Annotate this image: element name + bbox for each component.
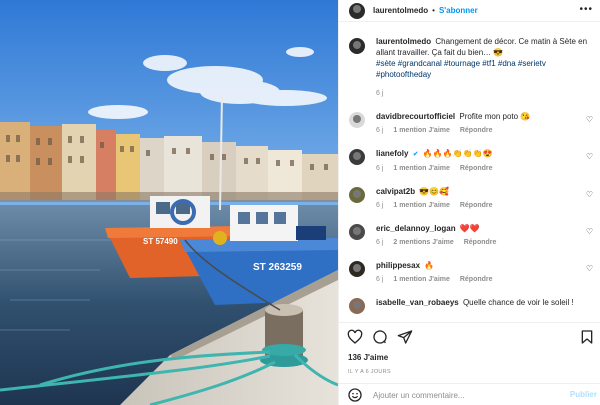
emoji-icon[interactable]	[347, 387, 363, 403]
comment-bubble-icon[interactable]	[372, 329, 388, 345]
comment-meta: 6 j 1 mention J'aime Répondre	[376, 274, 581, 285]
caption-meta: 6 j	[376, 88, 591, 99]
commenter-avatar[interactable]	[349, 112, 365, 128]
comment-text: ❤️❤️	[459, 224, 480, 233]
comment-body: lianefoly ✔ 🔥🔥🔥👏👏👏😍 6 j 1 mention J'aime…	[376, 148, 581, 174]
comment-item: lianefoly ✔ 🔥🔥🔥👏👏👏😍 6 j 1 mention J'aime…	[339, 148, 600, 174]
comment-age: 6 j	[376, 127, 384, 134]
comment-age: 6 j	[376, 276, 384, 283]
comment-body: davidbrecourtofficiel Profite mon poto 😘…	[376, 111, 581, 136]
comment-meta: 6 j 1 mention J'aime Répondre	[376, 200, 581, 211]
reply-button[interactable]: Répondre	[460, 202, 493, 209]
reply-button[interactable]: Répondre	[460, 165, 493, 172]
comment-age: 6 j	[376, 202, 384, 209]
like-comment-heart-icon[interactable]: ♡	[586, 227, 593, 236]
comment-likes-count[interactable]: 1 mention J'aime	[393, 165, 450, 172]
reply-button[interactable]: Répondre	[460, 127, 493, 134]
separator-dot: •	[432, 6, 435, 15]
like-heart-icon[interactable]	[347, 329, 363, 345]
comment-item: calvipat2b 😎😊🥰 6 j 1 mention J'aime Répo…	[339, 186, 600, 211]
reply-button[interactable]: Répondre	[464, 239, 497, 246]
author-username[interactable]: laurentolmedo	[373, 6, 428, 15]
caption-age: 6 j	[376, 90, 384, 97]
publish-button[interactable]: Publier	[570, 390, 597, 399]
likes-count[interactable]: 136 J'aime	[348, 353, 388, 362]
post-panel: laurentolmedo • S'abonner ••• laurentolm…	[338, 0, 600, 405]
like-comment-heart-icon[interactable]: ♡	[586, 152, 593, 161]
comment-username[interactable]: philippesax	[376, 261, 420, 270]
reply-button[interactable]: Répondre	[460, 276, 493, 283]
comment-input[interactable]	[373, 390, 563, 400]
comment-username[interactable]: lianefoly	[376, 149, 408, 158]
caption-body: laurentolmedo Changement de décor. Ce ma…	[376, 36, 591, 99]
comment-body: eric_delannoy_logan ❤️❤️ 6 j 2 mentions …	[376, 223, 581, 248]
comment-item: eric_delannoy_logan ❤️❤️ 6 j 2 mentions …	[339, 223, 600, 248]
comment-age: 6 j	[376, 239, 384, 246]
commenter-avatar[interactable]	[349, 261, 365, 277]
comment-likes-count[interactable]: 2 mentions J'aime	[393, 239, 453, 246]
comment-text: 🔥🔥🔥👏👏👏😍	[422, 149, 493, 158]
comment-text: 🔥	[424, 261, 435, 270]
caption-hashtags[interactable]: #sète #grandcanal #tournage #tf1 #dna #s…	[376, 59, 546, 79]
commenter-avatar[interactable]	[349, 298, 365, 314]
comment-item: isabelle_van_robaeys Quelle chance de vo…	[339, 297, 600, 314]
verified-badge-icon: ✔	[412, 151, 419, 158]
comment-likes-count[interactable]: 1 mention J'aime	[393, 127, 450, 134]
comment-likes-count[interactable]: 1 mention J'aime	[393, 276, 450, 283]
comment-meta: 6 j 1 mention J'aime Répondre	[376, 125, 581, 136]
author-avatar[interactable]	[349, 38, 365, 54]
bookmark-icon[interactable]	[579, 329, 595, 345]
action-icons	[347, 329, 413, 345]
post-header: laurentolmedo • S'abonner •••	[339, 0, 600, 22]
comment-body: philippesax 🔥 6 j 1 mention J'aime Répon…	[376, 260, 581, 285]
comment-username[interactable]: calvipat2b	[376, 187, 415, 196]
comment-item: philippesax 🔥 6 j 1 mention J'aime Répon…	[339, 260, 600, 285]
comment-likes-count[interactable]: 1 mention J'aime	[393, 202, 450, 209]
share-send-icon[interactable]	[397, 329, 413, 345]
add-comment-bar: Publier	[339, 383, 600, 405]
commenter-avatar[interactable]	[349, 224, 365, 240]
orange-boat-registration: ST 57490	[143, 237, 178, 246]
like-comment-heart-icon[interactable]: ♡	[586, 264, 593, 273]
commenter-avatar[interactable]	[349, 187, 365, 203]
comments-list[interactable]: laurentolmedo Changement de décor. Ce ma…	[339, 36, 600, 322]
comment-body: calvipat2b 😎😊🥰 6 j 1 mention J'aime Répo…	[376, 186, 581, 211]
comment-text: 😎😊🥰	[419, 187, 450, 196]
caption-username[interactable]: laurentolmedo	[376, 37, 431, 46]
comment-meta: 6 j 2 mentions J'aime Répondre	[376, 237, 581, 248]
comment-username[interactable]: eric_delannoy_logan	[376, 224, 456, 233]
harbour-photo: ST 57490 ST 263259	[0, 0, 338, 405]
follow-button[interactable]: S'abonner	[439, 6, 478, 15]
like-comment-heart-icon[interactable]: ♡	[586, 115, 593, 124]
action-bar: 136 J'aime IL Y A 6 JOURS Publier	[339, 322, 600, 405]
commenter-avatar[interactable]	[349, 149, 365, 165]
comment-text: Profite mon poto 😘	[459, 112, 531, 121]
blue-boat-registration: ST 263259	[253, 262, 302, 273]
comment-age: 6 j	[376, 165, 384, 172]
author-avatar[interactable]	[349, 2, 365, 19]
comment-text: Quelle chance de voir le soleil !	[462, 298, 574, 307]
post-photo: ST 57490 ST 263259	[0, 0, 338, 405]
comment-username[interactable]: davidbrecourtofficiel	[376, 112, 455, 121]
post-caption: laurentolmedo Changement de décor. Ce ma…	[339, 36, 600, 99]
comment-username[interactable]: isabelle_van_robaeys	[376, 298, 459, 307]
like-comment-heart-icon[interactable]: ♡	[586, 190, 593, 199]
comment-body: isabelle_van_robaeys Quelle chance de vo…	[376, 297, 581, 314]
more-options-icon[interactable]: •••	[579, 5, 593, 15]
comment-meta: 6 j 1 mention J'aime Répondre	[376, 163, 581, 174]
comment-item: davidbrecourtofficiel Profite mon poto 😘…	[339, 111, 600, 136]
post-date: IL Y A 6 JOURS	[348, 369, 391, 375]
